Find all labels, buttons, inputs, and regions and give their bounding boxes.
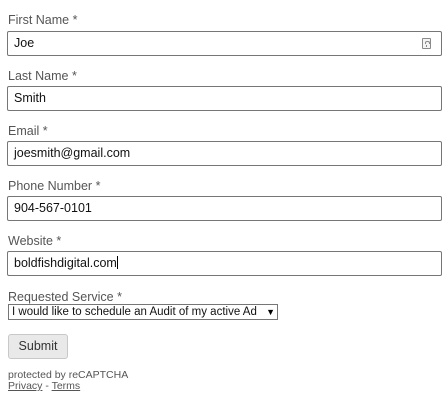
phone-input[interactable]: 904-567-0101 bbox=[7, 196, 442, 221]
email-input[interactable]: joesmith@gmail.com bbox=[7, 141, 442, 166]
contact-autofill-icon[interactable] bbox=[422, 38, 431, 49]
service-label: Requested Service * bbox=[8, 290, 122, 304]
phone-label: Phone Number * bbox=[8, 179, 101, 193]
submit-button[interactable]: Submit bbox=[8, 334, 68, 359]
email-label: Email * bbox=[8, 124, 48, 138]
first-name-label: First Name * bbox=[8, 13, 78, 27]
service-select[interactable]: I would like to schedule an Audit of my … bbox=[8, 304, 278, 320]
service-selected-value: I would like to schedule an Audit of my … bbox=[12, 306, 258, 318]
last-name-label: Last Name * bbox=[8, 69, 77, 83]
first-name-input[interactable]: Joe bbox=[7, 31, 442, 56]
text-caret bbox=[116, 256, 118, 269]
recaptcha-notice: protected by reCAPTCHA Privacy - Terms bbox=[8, 370, 128, 392]
last-name-input[interactable]: Smith bbox=[7, 86, 442, 111]
website-label: Website * bbox=[8, 234, 62, 248]
privacy-link[interactable]: Privacy bbox=[8, 380, 42, 392]
link-separator: - bbox=[42, 380, 52, 392]
terms-link[interactable]: Terms bbox=[52, 380, 81, 392]
dropdown-arrow-icon[interactable]: ▼ bbox=[266, 305, 275, 319]
website-input[interactable]: boldfishdigital.com bbox=[7, 251, 442, 276]
